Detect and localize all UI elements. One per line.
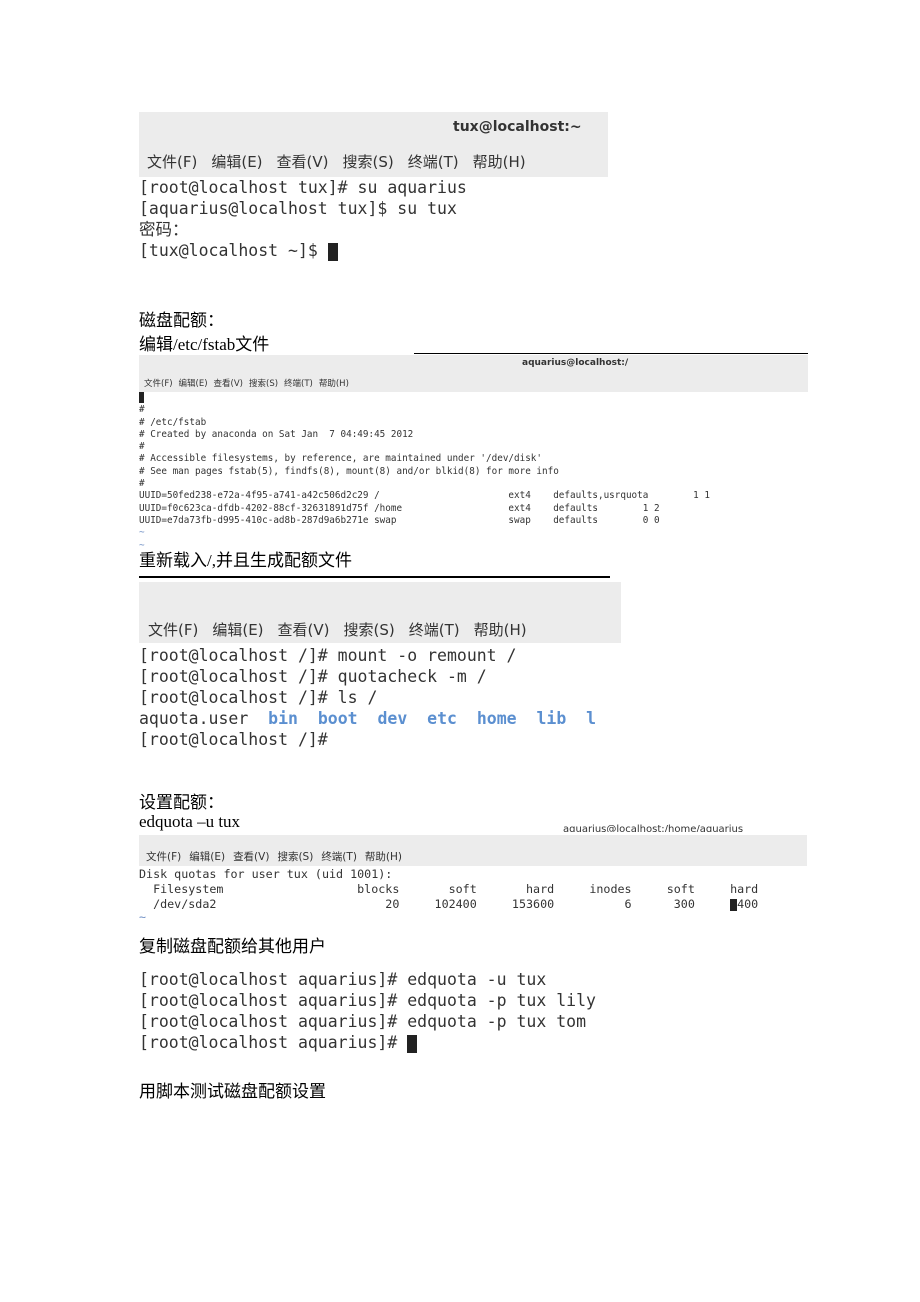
menu-help[interactable]: 帮助(H) [474, 621, 527, 639]
terminal-line: [root@localhost /]# [139, 730, 328, 749]
terminal-1-output: [root@localhost tux]# su aquarius [aquari… [139, 177, 467, 261]
menu-file[interactable]: 文件(F) [146, 851, 181, 863]
section-heading: 设置配额： [139, 793, 224, 812]
menu-view[interactable]: 查看(V) [278, 621, 330, 639]
terminal-line: [root@localhost aquarius]# edquota -u tu… [139, 970, 547, 989]
terminal-line: # See man pages fstab(5), findfs(8), mou… [139, 465, 559, 477]
document-page: tux@localhost:~ 文件(F) 编辑(E) 查看(V) 搜索(S) 终端(T… [0, 0, 920, 1302]
menu-view[interactable]: 查看(V) [233, 851, 269, 863]
terminal-line: [root@localhost aquarius]# edquota -p tu… [139, 991, 596, 1010]
terminal-line: # Created by anaconda on Sat Jan 7 04:49… [139, 428, 414, 440]
menu-edit[interactable]: 编辑(E) [189, 851, 225, 863]
terminal-line: # Accessible filesystems, by reference, … [139, 453, 542, 465]
ls-dir: bin [268, 709, 298, 728]
menu-view[interactable]: 查看(V) [214, 379, 243, 389]
terminal-1-menu: 文件(F) 编辑(E) 查看(V) 搜索(S) 终端(T) 帮助(H) [147, 151, 540, 172]
menu-help[interactable]: 帮助(H) [473, 153, 526, 171]
terminal-line: # [139, 441, 145, 453]
ls-dir: etc [427, 709, 457, 728]
tilde-marker: ~ [139, 910, 147, 924]
terminal-4-menu: 文件(F) 编辑(E) 查看(V) 搜索(S) 终端(T) 帮助(H) [146, 849, 416, 864]
terminal-3-output: [root@localhost /]# mount -o remount / [r… [139, 645, 621, 750]
section-heading: 复制磁盘配额给其他用户 [139, 937, 326, 956]
section-heading: 用脚本测试磁盘配额设置 [139, 1082, 326, 1101]
terminal-line: [root@localhost aquarius]# edquota -p tu… [139, 1012, 587, 1031]
cursor [327, 242, 338, 261]
terminal-line: UUID=f0c623ca-dfdb-4202-88cf-32631891d75… [139, 502, 660, 514]
terminal-line: # [139, 478, 145, 490]
terminal-line: UUID=50fed238-e72a-4f95-a741-a42c506d2c2… [139, 490, 710, 502]
terminal-line: [root@localhost aquarius]# [139, 1033, 408, 1052]
terminal-line: /dev/sda2 20 102400 153600 6 300 [139, 897, 731, 911]
section-heading: 磁盘配额： [139, 311, 224, 330]
menu-terminal[interactable]: 终端(T) [321, 851, 357, 863]
menu-search[interactable]: 搜索(S) [344, 621, 395, 639]
terminal-4-title: aquarius@localhost:/home/aquarius [563, 824, 744, 832]
tilde-marker: ~ [139, 527, 145, 539]
ls-dir: lib [536, 709, 567, 728]
ls-dir: home [476, 709, 517, 728]
menu-edit[interactable]: 编辑(E) [212, 621, 263, 639]
terminal-line: # /etc/fstab [139, 416, 207, 428]
menu-edit[interactable]: 编辑(E) [211, 153, 262, 171]
ls-dir: dev [377, 709, 408, 728]
terminal-5-output: [root@localhost aquarius]# edquota -u tu… [139, 969, 596, 1053]
terminal-line: [aquarius@localhost tux]$ su tux [139, 199, 457, 218]
menu-file[interactable]: 文件(F) [144, 379, 173, 389]
ls-dir: boot [317, 709, 358, 728]
ls-dir: l [586, 709, 597, 728]
ls-file: aquota.user [139, 709, 249, 728]
menu-search[interactable]: 搜索(S) [343, 153, 394, 171]
terminal-line: [root@localhost /]# quotacheck -m / [139, 667, 487, 686]
terminal-line: [root@localhost tux]# su aquarius [139, 178, 467, 197]
divider [139, 576, 610, 578]
divider [414, 353, 808, 354]
terminal-line: [root@localhost /]# mount -o remount / [139, 646, 517, 665]
terminal-4-output: Disk quotas for user tux (uid 1001): Fil… [139, 867, 759, 924]
quota-value: 400 [737, 897, 759, 911]
terminal-2-title: aquarius@localhost:/ [522, 358, 629, 368]
menu-search[interactable]: 搜索(S) [277, 851, 313, 863]
terminal-3-menu: 文件(F) 编辑(E) 查看(V) 搜索(S) 终端(T) 帮助(H) [148, 619, 541, 640]
menu-view[interactable]: 查看(V) [277, 153, 329, 171]
terminal-1-title: tux@localhost:~ [453, 119, 582, 135]
menu-terminal[interactable]: 终端(T) [408, 153, 459, 171]
menu-help[interactable]: 帮助(H) [365, 851, 402, 863]
section-subheading: 编辑/etc/fstab文件 [139, 335, 270, 354]
cursor [139, 392, 144, 403]
section-command: edquota –u tux [139, 812, 241, 831]
menu-file[interactable]: 文件(F) [148, 621, 198, 639]
section-heading: 重新载入/,并且生成配额文件 [139, 551, 352, 570]
terminal-line: # [139, 404, 145, 416]
menu-terminal[interactable]: 终端(T) [284, 379, 313, 389]
terminal-line: 密码： [139, 220, 189, 239]
terminal-line: [root@localhost /]# ls / [139, 688, 378, 707]
menu-edit[interactable]: 编辑(E) [179, 379, 208, 389]
terminal-line: [tux@localhost ~]$ [139, 241, 328, 260]
terminal-2-output: # # /etc/fstab # Created by anaconda on Sa… [139, 392, 710, 552]
terminal-line: UUID=e7da73fb-d995-410c-ad8b-287d9a6b271… [139, 514, 660, 526]
menu-help[interactable]: 帮助(H) [319, 379, 349, 389]
menu-file[interactable]: 文件(F) [147, 153, 197, 171]
terminal-line: Filesystem blocks soft hard inodes soft … [139, 882, 759, 896]
cursor [407, 1034, 418, 1053]
menu-terminal[interactable]: 终端(T) [409, 621, 460, 639]
terminal-line: Disk quotas for user tux (uid 1001): [139, 867, 393, 881]
menu-search[interactable]: 搜索(S) [249, 379, 278, 389]
terminal-2-menu: 文件(F) 编辑(E) 查看(V) 搜索(S) 终端(T) 帮助(H) [144, 377, 363, 389]
